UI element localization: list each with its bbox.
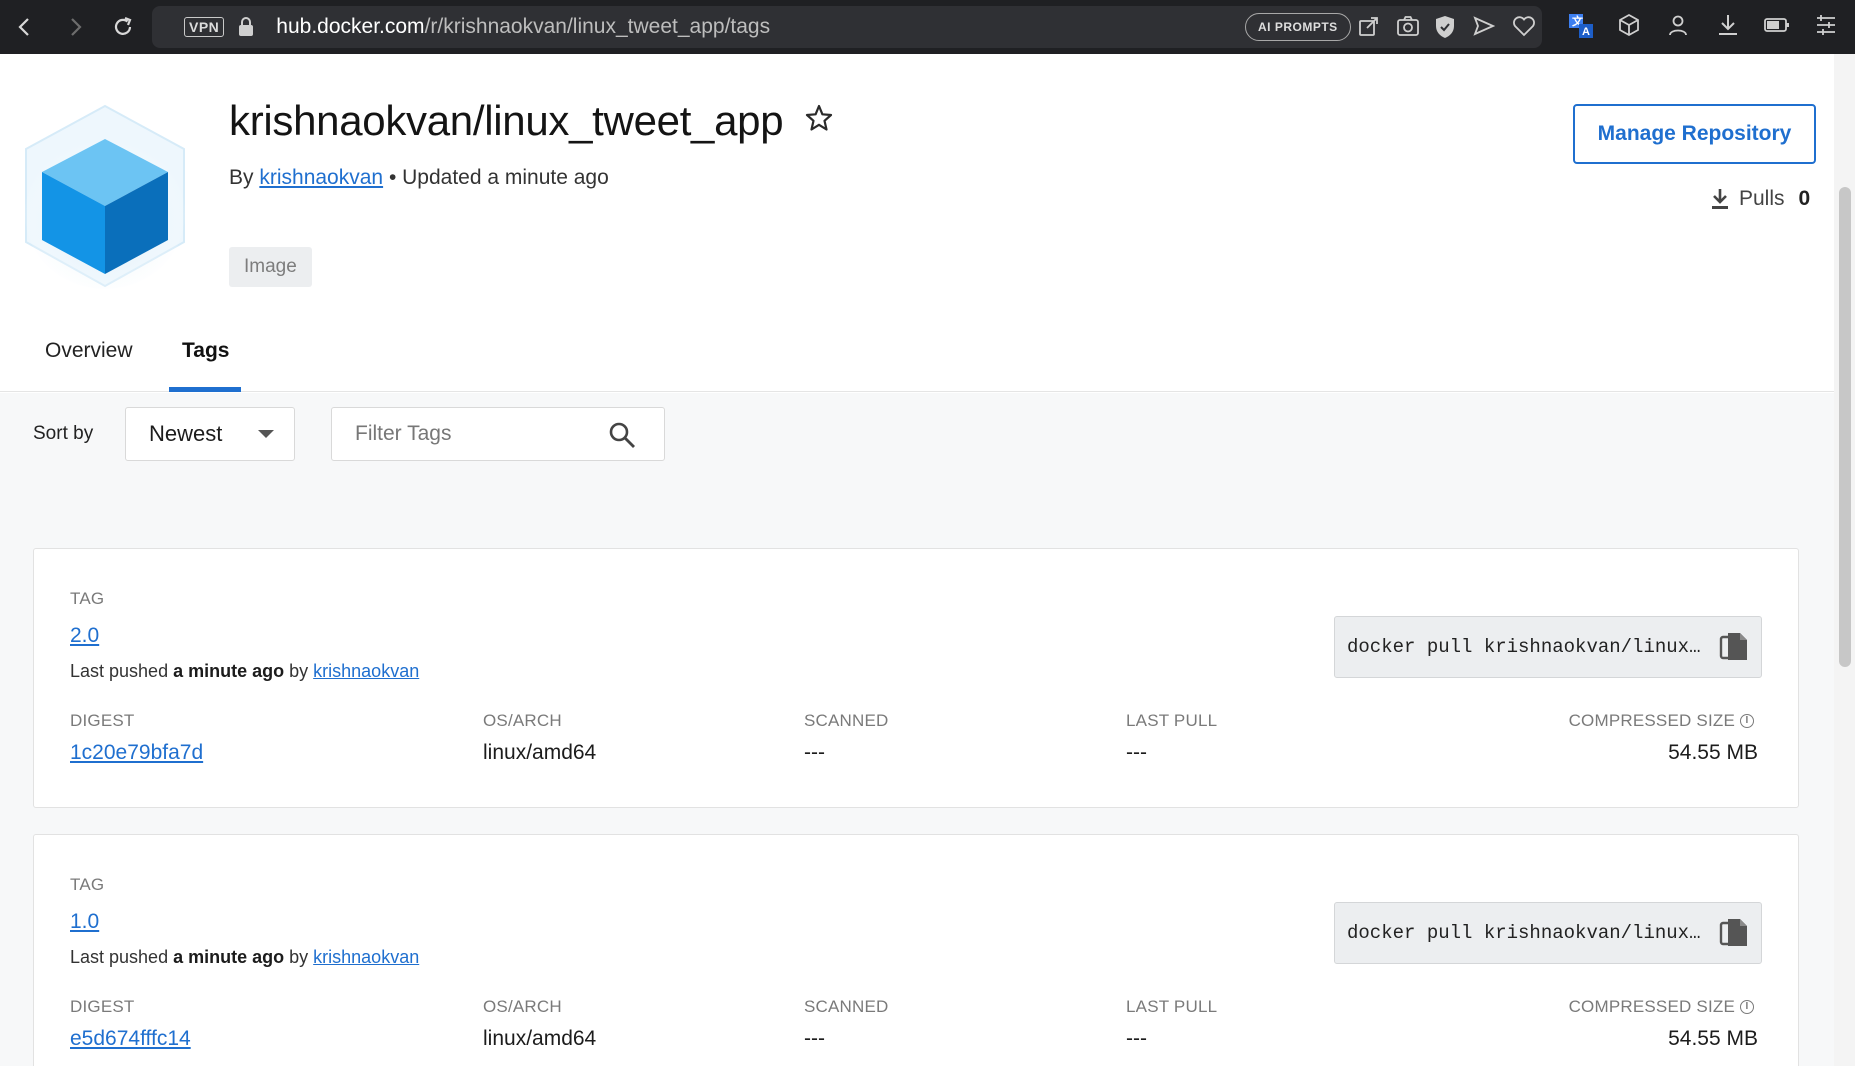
by-prefix: By [229, 166, 254, 189]
battery-icon[interactable] [1764, 13, 1790, 42]
address-bar[interactable]: VPN hub.docker.com/r/krishnaokvan/linux_… [152, 6, 1542, 48]
compressed-size-label: COMPRESSED SIZE i [1569, 711, 1754, 731]
scanned-value: --- [804, 741, 825, 764]
compressed-size-label: COMPRESSED SIZE i [1569, 997, 1754, 1017]
forward-button[interactable] [55, 7, 95, 47]
by-label: by [289, 661, 309, 681]
owner-link[interactable]: krishnaokvan [259, 166, 383, 189]
compressed-size-value: 54.55 MB [1668, 741, 1758, 764]
svg-text:A: A [1582, 26, 1590, 38]
updated-text: • Updated a minute ago [388, 166, 609, 189]
pull-command[interactable]: docker pull krishnaokvan/linux_tweet_app… [1347, 636, 1709, 658]
tag-name-link[interactable]: 2.0 [70, 624, 99, 648]
os-arch-label: OS/ARCH [483, 997, 562, 1016]
tab-overview[interactable]: Overview [45, 339, 133, 375]
tag-card: TAG 1.0 Last pushed a minute ago by kris… [33, 834, 1799, 1066]
compressed-size-value: 54.55 MB [1668, 1027, 1758, 1050]
profile-icon[interactable] [1667, 13, 1689, 42]
page-content: krishnaokvan/linux_tweet_app By krishnao… [0, 54, 1834, 1066]
pulls-counter: Pulls 0 [1711, 187, 1810, 211]
last-pull-label: LAST PULL [1126, 711, 1218, 730]
tag-label: TAG [70, 875, 105, 894]
digest-link[interactable]: 1c20e79bfa7d [70, 741, 203, 765]
os-arch-value: linux/amd64 [483, 1027, 597, 1050]
pull-command-box[interactable]: docker pull krishnaokvan/linux_tweet_app… [1334, 616, 1762, 678]
send-icon[interactable] [1473, 15, 1496, 42]
os-arch-value: linux/amd64 [483, 741, 597, 764]
star-icon[interactable] [805, 104, 833, 137]
scanned-value: --- [804, 1027, 825, 1050]
reload-icon [114, 16, 132, 35]
pushed-when: a minute ago [173, 947, 285, 967]
browser-toolbar: VPN hub.docker.com/r/krishnaokvan/linux_… [0, 0, 1855, 54]
download-icon [1712, 189, 1728, 209]
info-icon[interactable]: i [1740, 714, 1754, 728]
copy-icon[interactable] [1719, 631, 1749, 668]
pulls-label: Pulls [1739, 187, 1785, 210]
tags-panel: Sort by Newest TAG 2.0 Last pushed a min… [0, 393, 1834, 1066]
pull-command[interactable]: docker pull krishnaokvan/linux_tweet_app… [1347, 922, 1709, 944]
url-path: /r/krishnaokvan/linux_tweet_app/tags [424, 15, 771, 38]
camera-icon[interactable] [1396, 15, 1420, 42]
pulls-count: 0 [1798, 187, 1811, 210]
box-icon[interactable] [1617, 13, 1641, 42]
repo-title: krishnaokvan/linux_tweet_app [229, 97, 784, 144]
last-pushed-label: Last pushed [70, 661, 169, 681]
sort-value: Newest [149, 421, 223, 446]
os-arch-label: OS/ARCH [483, 711, 562, 730]
pushed-info: Last pushed a minute ago by krishnaokvan [70, 947, 419, 968]
pushed-when: a minute ago [173, 661, 285, 681]
pull-command-box[interactable]: docker pull krishnaokvan/linux_tweet_app… [1334, 902, 1762, 964]
compressed-size-text: COMPRESSED SIZE [1568, 997, 1735, 1016]
scrollbar-thumb[interactable] [1839, 187, 1851, 667]
download-icon[interactable] [1716, 13, 1740, 42]
active-tab-indicator [169, 387, 241, 392]
tag-card: TAG 2.0 Last pushed a minute ago by kris… [33, 548, 1799, 808]
url-text[interactable]: hub.docker.com/r/krishnaokvan/linux_twee… [276, 15, 770, 39]
copy-icon[interactable] [1719, 917, 1749, 954]
reload-button[interactable] [103, 7, 143, 47]
menu-icon[interactable] [1815, 13, 1837, 42]
search-icon[interactable] [608, 421, 636, 454]
back-button[interactable] [5, 7, 45, 47]
back-arrow-icon [18, 18, 29, 36]
compressed-size-text: COMPRESSED SIZE [1568, 711, 1735, 730]
last-pull-value: --- [1126, 741, 1147, 764]
repo-type-badge: Image [229, 247, 312, 287]
last-pushed-label: Last pushed [70, 947, 169, 967]
last-pull-label: LAST PULL [1126, 997, 1218, 1016]
repo-cube-logo [20, 104, 190, 294]
sort-label: Sort by [33, 423, 94, 444]
repo-byline: By krishnaokvan • Updated a minute ago [229, 166, 609, 190]
last-pull-value: --- [1126, 1027, 1147, 1050]
repo-tabs: Overview Tags [0, 339, 1834, 392]
tag-name-link[interactable]: 1.0 [70, 910, 99, 934]
scanned-label: SCANNED [804, 711, 889, 730]
manage-repository-button[interactable]: Manage Repository [1573, 104, 1816, 164]
page-scrollbar[interactable] [1834, 54, 1855, 1066]
chevron-down-icon [258, 430, 274, 438]
by-label: by [289, 947, 309, 967]
lock-icon[interactable] [238, 17, 254, 37]
share-icon[interactable] [1358, 15, 1380, 42]
translate-icon[interactable]: 文A [1568, 13, 1594, 44]
pushed-by-link[interactable]: krishnaokvan [313, 947, 419, 967]
digest-label: DIGEST [70, 997, 135, 1016]
sort-select[interactable]: Newest [125, 407, 295, 461]
vpn-badge[interactable]: VPN [184, 17, 225, 37]
heart-icon[interactable] [1512, 15, 1536, 42]
shield-icon[interactable] [1434, 15, 1456, 44]
tag-label: TAG [70, 589, 105, 608]
url-host: hub.docker.com [276, 15, 425, 38]
digest-link[interactable]: e5d674fffc14 [70, 1027, 191, 1051]
ai-prompts-button[interactable]: AI PROMPTS [1245, 13, 1351, 41]
scanned-label: SCANNED [804, 997, 889, 1016]
tab-tags[interactable]: Tags [182, 339, 229, 375]
pushed-by-link[interactable]: krishnaokvan [313, 661, 419, 681]
digest-label: DIGEST [70, 711, 135, 730]
pushed-info: Last pushed a minute ago by krishnaokvan [70, 661, 419, 682]
info-icon[interactable]: i [1740, 1000, 1754, 1014]
forward-arrow-icon [71, 18, 82, 36]
